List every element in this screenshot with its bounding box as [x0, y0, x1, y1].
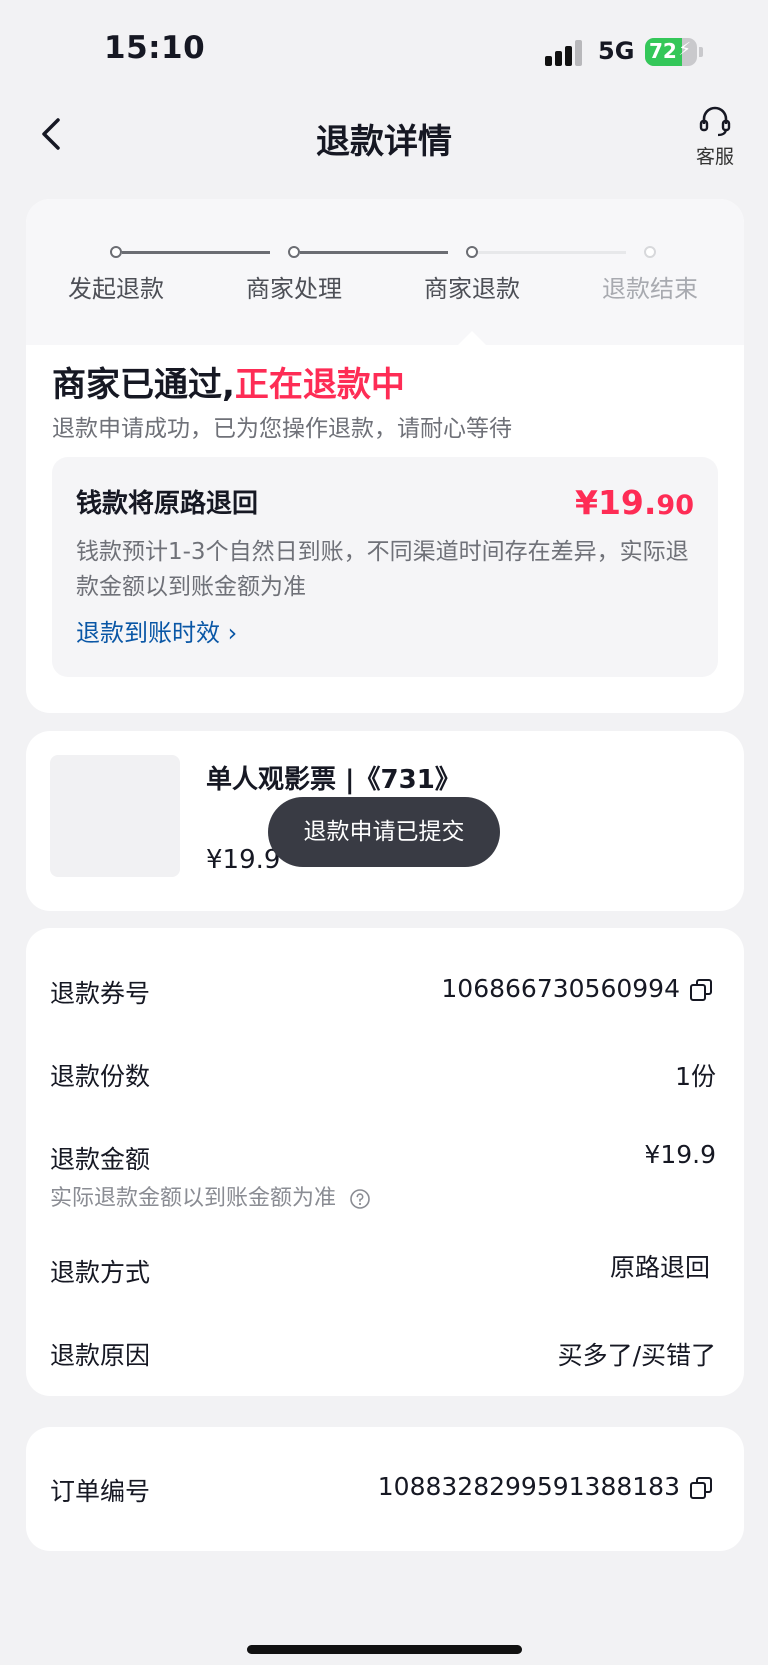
network-type: 5G: [598, 37, 635, 65]
count-label: 退款份数: [50, 1062, 151, 1091]
refund-info-box: 钱款将原路退回 ¥19.90 钱款预计1-3个自然日到账，不同渠道时间存在差异，…: [52, 457, 718, 677]
page-title: 退款详情: [316, 122, 452, 162]
step-label: 发起退款: [68, 275, 164, 303]
copy-icon[interactable]: [688, 1475, 714, 1501]
method-label: 退款方式: [50, 1258, 151, 1287]
refund-description: 钱款预计1-3个自然日到账，不同渠道时间存在差异，实际退款金额以到账金额为准: [76, 539, 689, 600]
signal-icon: [545, 40, 583, 66]
status-headline-prefix: 商家已通过,: [52, 365, 235, 405]
order-card: 订单编号 1088328299591388183: [26, 1427, 744, 1551]
refund-details-card: 退款券号 106866730560994 退款份数 1份 退款金额 ¥19.9 …: [26, 928, 744, 1396]
amount-label: 退款金额: [50, 1145, 151, 1174]
customer-service-button[interactable]: 客服: [688, 104, 742, 169]
voucher-label: 退款券号: [50, 979, 151, 1008]
step-label: 商家处理: [246, 275, 342, 303]
step-dot: [644, 246, 656, 258]
reason-label: 退款原因: [50, 1341, 151, 1370]
refund-amount: ¥19.90: [575, 483, 694, 522]
voucher-value: 106866730560994: [441, 974, 680, 1003]
headset-icon: [699, 106, 731, 137]
step-dot: [288, 246, 300, 258]
toast-message: 退款申请已提交: [268, 797, 500, 867]
customer-service-label: 客服: [695, 146, 734, 168]
battery-icon: 72 ⚡: [645, 38, 697, 66]
amount-value: ¥19.9: [644, 1140, 716, 1169]
help-icon[interactable]: [349, 1188, 371, 1210]
product-name: 单人观影票 |《731》: [206, 765, 461, 795]
status-headline-highlight: 正在退款中: [234, 365, 405, 405]
refund-amount-main: ¥19.: [575, 483, 657, 522]
progress-line: [122, 251, 270, 254]
progress-line: [300, 251, 448, 254]
amount-note: 实际退款金额以到账金额为准: [50, 1180, 371, 1212]
order-value: 1088328299591388183: [377, 1472, 680, 1501]
battery-tip: [699, 47, 703, 57]
copy-icon[interactable]: [688, 977, 714, 1003]
step-dot: [110, 246, 122, 258]
status-subtitle: 退款申请成功，已为您操作退款，请耐心等待: [52, 416, 512, 442]
product-price: ¥19.9: [206, 845, 281, 875]
status-time: 15:10: [104, 30, 206, 66]
product-thumbnail: [50, 755, 180, 877]
refund-status-card: 发起退款 商家处理 商家退款 退款结束 商家已通过,正在退款中 退款申请成功，已…: [26, 199, 744, 713]
method-value: 原路退回: [609, 1253, 710, 1282]
step-label: 商家退款: [424, 275, 520, 303]
reason-value: 买多了/买错了: [557, 1341, 716, 1370]
home-indicator[interactable]: [247, 1645, 522, 1654]
count-value: 1份: [675, 1062, 716, 1091]
progress-line: [478, 251, 626, 254]
order-label: 订单编号: [50, 1477, 151, 1506]
refund-timeliness-link[interactable]: 退款到账时效 ›: [76, 613, 237, 648]
charging-icon: ⚡: [678, 39, 691, 60]
battery-level: 72: [649, 39, 677, 63]
status-headline: 商家已通过,正在退款中: [52, 357, 405, 406]
step-label: 退款结束: [602, 275, 698, 303]
amount-note-text: 实际退款金额以到账金额为准: [50, 1186, 337, 1211]
step-dot: [466, 246, 478, 258]
current-step-pointer: [458, 331, 486, 345]
refund-amount-decimal: 90: [656, 490, 694, 521]
refund-route-title: 钱款将原路退回: [76, 489, 259, 519]
